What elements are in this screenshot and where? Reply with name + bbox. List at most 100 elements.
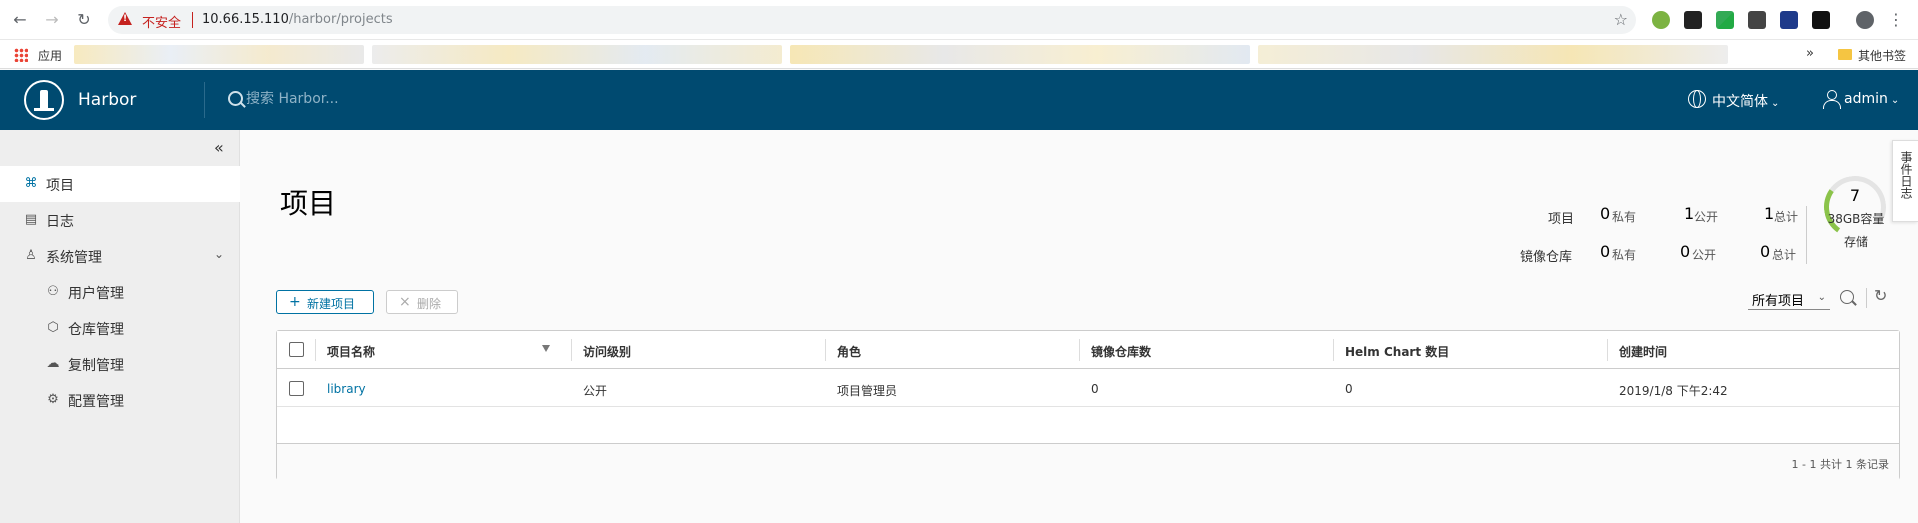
- column-separator: [315, 339, 316, 361]
- column-header-name[interactable]: 项目名称: [327, 343, 375, 360]
- header-divider: [204, 82, 205, 118]
- table-header: 项目名称 访问级别 角色 镜像仓库数 Helm Chart 数目 创建时间: [277, 331, 1899, 369]
- extension-icon[interactable]: [1652, 11, 1670, 29]
- creation-time: 2019/1/8 下午2:42: [1619, 384, 1728, 398]
- projects-table: 项目名称 访问级别 角色 镜像仓库数 Helm Chart 数目 创建时间 li…: [276, 330, 1900, 480]
- global-search-input[interactable]: [246, 88, 546, 110]
- repo-count: 0: [1091, 382, 1099, 396]
- column-header-repos[interactable]: 镜像仓库数: [1091, 343, 1151, 360]
- stat-private-label: 私有: [1612, 210, 1637, 224]
- chart-count: 0: [1345, 382, 1353, 396]
- sidebar-item-configuration[interactable]: ⚙ 配置管理: [0, 382, 240, 418]
- sidebar-item-projects[interactable]: ⌘ 项目: [0, 166, 240, 202]
- user-icon[interactable]: [1822, 90, 1841, 109]
- bookmark-item[interactable]: [790, 45, 1250, 64]
- sidebar-item-label: 仓库管理: [68, 322, 124, 338]
- new-project-button[interactable]: + 新建项目: [276, 290, 374, 314]
- brand-name[interactable]: Harbor: [78, 90, 136, 110]
- sidebar-item-registries[interactable]: ⬡ 仓库管理: [0, 310, 240, 346]
- browser-toolbar: ← → ↻ 不安全 10.66.15.110/harbor/projects ☆…: [0, 0, 1918, 40]
- bookmark-star-icon[interactable]: ☆: [1614, 10, 1628, 29]
- globe-icon[interactable]: [1688, 90, 1706, 108]
- menu-dots-icon[interactable]: ⋮: [1888, 10, 1904, 29]
- user-name: admin: [1844, 91, 1888, 107]
- project-name-link[interactable]: library: [327, 382, 366, 396]
- projects-icon: ⌘: [24, 176, 38, 191]
- sidebar-item-label: 项目: [46, 178, 74, 194]
- bookmark-item[interactable]: [1258, 45, 1728, 64]
- sidebar-item-logs[interactable]: ▤ 日志: [0, 202, 240, 238]
- refresh-icon[interactable]: ↻: [1874, 286, 1887, 305]
- stat-repos-public: 0: [1680, 242, 1691, 261]
- delete-button[interactable]: × 删除: [386, 290, 458, 314]
- select-all-checkbox[interactable]: [289, 342, 304, 357]
- other-bookmarks[interactable]: 其他书签: [1858, 47, 1906, 64]
- filter-value: 所有项目: [1752, 294, 1805, 309]
- sidebar-item-label: 复制管理: [68, 358, 124, 374]
- gear-icon: ⚙: [47, 392, 59, 407]
- stats-divider: [1806, 206, 1807, 264]
- url-text[interactable]: 10.66.15.110/harbor/projects: [202, 12, 393, 27]
- toolbar-divider: [1866, 288, 1867, 308]
- stat-private-label: 私有: [1612, 248, 1637, 262]
- extension-icon[interactable]: [1812, 11, 1830, 29]
- row-checkbox[interactable]: [289, 381, 304, 396]
- admin-icon: ♙: [25, 248, 37, 263]
- extension-icon[interactable]: [1716, 11, 1734, 29]
- column-header-role[interactable]: 角色: [837, 343, 861, 360]
- back-icon[interactable]: ←: [10, 10, 30, 30]
- logs-icon: ▤: [24, 212, 38, 227]
- harbor-logo-icon[interactable]: [24, 80, 64, 120]
- sidebar-item-system-admin[interactable]: ♙ 系统管理 ⌄: [0, 238, 240, 274]
- delete-label: 删除: [417, 297, 442, 311]
- sidebar-item-users[interactable]: ⚇ 用户管理: [0, 274, 240, 310]
- pagination-summary: 1 - 1 共计 1 条记录: [1791, 458, 1889, 471]
- more-bookmarks[interactable]: »: [1806, 46, 1814, 61]
- extension-icon[interactable]: [1780, 11, 1798, 29]
- stat-projects-public: 1: [1684, 204, 1695, 223]
- sidebar-item-label: 日志: [46, 214, 74, 230]
- sidebar-item-replications[interactable]: ☁ 复制管理: [0, 346, 240, 382]
- chevron-down-icon: ⌄: [1771, 98, 1780, 109]
- address-bar[interactable]: 不安全 10.66.15.110/harbor/projects ☆: [108, 6, 1636, 34]
- url-host: 10.66.15.110: [202, 12, 289, 27]
- profile-avatar[interactable]: [1856, 11, 1874, 29]
- warning-icon[interactable]: [118, 12, 132, 25]
- folder-icon: [1838, 49, 1852, 60]
- column-header-charts[interactable]: Helm Chart 数目: [1345, 343, 1449, 360]
- capacity-label: 38GB容量: [1827, 212, 1885, 226]
- search-icon[interactable]: [1840, 290, 1854, 304]
- stat-total-label: 总计: [1772, 248, 1797, 262]
- project-filter-select[interactable]: 所有项目 ⌄: [1748, 288, 1830, 310]
- mail-icon[interactable]: [1748, 11, 1766, 29]
- column-separator: [1333, 339, 1334, 361]
- column-separator: [1607, 339, 1608, 361]
- bookmark-item[interactable]: [372, 45, 782, 64]
- chevron-down-icon: ⌄: [1817, 292, 1826, 303]
- app-header: Harbor 中文简体⌄ admin⌄: [0, 70, 1918, 130]
- bookmark-item[interactable]: [74, 45, 364, 64]
- extension-icon[interactable]: [1684, 11, 1702, 29]
- user-menu[interactable]: admin ⌄: [1844, 91, 1899, 107]
- capacity-number: 7: [1849, 186, 1861, 205]
- sidebar-item-label: 系统管理: [46, 250, 102, 266]
- column-header-created[interactable]: 创建时间: [1619, 343, 1667, 360]
- apps-label[interactable]: 应用: [38, 47, 62, 64]
- event-log-tab[interactable]: 事件日志: [1892, 140, 1918, 222]
- table-row: library 公开 项目管理员 0 0 2019/1/8 下午2:42: [277, 370, 1899, 407]
- new-project-label: 新建项目: [307, 297, 356, 311]
- apps-icon[interactable]: [14, 48, 28, 62]
- cube-icon: ⬡: [47, 320, 59, 335]
- column-separator: [825, 339, 826, 361]
- reload-icon[interactable]: ↻: [74, 10, 94, 30]
- insecure-label[interactable]: 不安全: [142, 12, 181, 31]
- filter-icon[interactable]: [542, 345, 550, 352]
- forward-icon[interactable]: →: [42, 10, 62, 30]
- language-selector[interactable]: 中文简体 ⌄: [1712, 91, 1779, 111]
- column-header-access[interactable]: 访问级别: [583, 343, 631, 360]
- url-path: /harbor/projects: [288, 12, 393, 27]
- cloud-sync-icon: ☁: [46, 356, 60, 371]
- sidebar: « ⌘ 项目 ▤ 日志 ♙ 系统管理 ⌄ ⚇ 用户管理 ⬡ 仓库管理 ☁ 复制管…: [0, 130, 240, 523]
- collapse-sidebar-icon[interactable]: «: [214, 138, 224, 157]
- users-icon: ⚇: [47, 284, 59, 299]
